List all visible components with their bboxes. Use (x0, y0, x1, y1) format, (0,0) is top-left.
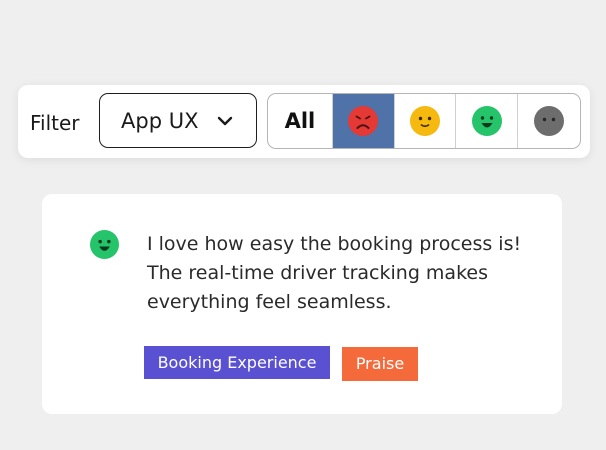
sentiment-filter-group: All (267, 93, 581, 149)
sentiment-filter-unrated[interactable] (518, 94, 580, 148)
blank-face-icon (534, 106, 565, 136)
category-dropdown[interactable]: App UX (99, 93, 257, 148)
sentiment-filter-all-label: All (284, 109, 316, 133)
sentiment-filter-neutral[interactable] (395, 94, 457, 148)
tag-booking-experience[interactable]: Booking Experience (144, 346, 330, 379)
sentiment-filter-all[interactable]: All (268, 94, 333, 148)
chevron-down-icon (217, 116, 233, 126)
tag-praise[interactable]: Praise (342, 347, 418, 381)
feedback-card: I love how easy the booking process is! … (42, 194, 562, 414)
category-dropdown-value: App UX (121, 109, 199, 133)
sentiment-filter-negative[interactable] (332, 94, 395, 148)
happy-face-icon (89, 229, 120, 260)
happy-face-icon (471, 106, 502, 136)
filter-bar: Filter App UX All (18, 85, 590, 158)
sad-face-icon (348, 106, 379, 136)
feedback-text: I love how easy the booking process is! … (147, 233, 522, 313)
filter-label: Filter (30, 111, 80, 135)
sentiment-filter-positive[interactable] (456, 94, 519, 148)
neutral-face-icon (409, 106, 440, 136)
